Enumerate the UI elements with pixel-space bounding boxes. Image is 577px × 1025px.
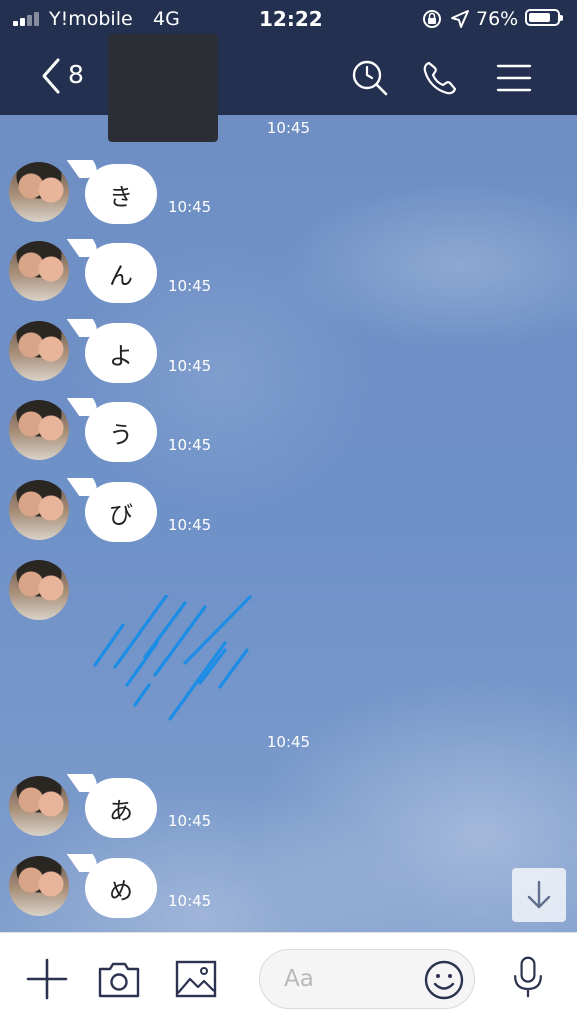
battery-percent: 76% [476,8,519,30]
status-time: 12:22 [259,7,323,31]
orientation-lock-icon [423,10,441,28]
back-chevron-icon[interactable] [38,56,68,96]
microphone-icon[interactable] [506,955,550,999]
carrier-name: Y!mobile [49,8,133,30]
message-time: 10:45 [168,516,212,534]
message-time: 10:45 [168,436,212,454]
message-time: 10:45 [168,198,212,216]
message-time: 10:45 [168,357,212,375]
avatar[interactable] [9,241,69,301]
network-type: 4G [153,8,180,30]
avatar[interactable] [9,856,69,916]
message-time: 10:45 [266,733,311,751]
message-time: 10:45 [266,119,311,137]
arrow-down-icon [527,880,551,909]
avatar[interactable] [9,560,69,620]
plus-icon[interactable] [25,957,69,1001]
message-row: め 10:45 [0,856,577,922]
menu-icon[interactable] [494,58,534,98]
camera-icon[interactable] [97,957,141,1001]
message-time: 10:45 [168,892,212,910]
redacted-chat-name [108,34,218,142]
unread-count[interactable]: 8 [68,60,84,89]
message-row: ん 10:45 [0,241,577,307]
message-bubble[interactable]: め [85,858,157,918]
message-row: び 10:45 [0,480,577,546]
message-bubble[interactable]: よ [85,323,157,383]
message-bubble[interactable]: ん [85,243,157,303]
chat-area[interactable]: 10:45 き 10:45 ん 10:45 よ 10:45 う 10:45 び … [0,115,577,932]
avatar[interactable] [9,162,69,222]
message-row: あ 10:45 [0,776,577,842]
message-row: き 10:45 [0,162,577,228]
signal-icon [13,10,43,26]
message-bubble[interactable]: び [85,482,157,542]
image-icon[interactable] [174,957,218,1001]
message-bubble[interactable]: き [85,164,157,224]
message-row: よ 10:45 [0,321,577,387]
avatar[interactable] [9,480,69,540]
status-bar: Y!mobile 4G 12:22 76% [0,0,577,38]
scroll-to-bottom-button[interactable] [512,868,566,922]
location-arrow-icon [451,10,469,28]
message-input-bar: Aa [0,932,577,1025]
phone-icon[interactable] [420,58,460,98]
rain-lines-sticker[interactable] [85,595,260,725]
message-row: う 10:45 [0,400,577,466]
message-bubble[interactable]: う [85,402,157,462]
message-bubble[interactable]: あ [85,778,157,838]
message-input[interactable]: Aa [259,949,475,1009]
avatar[interactable] [9,400,69,460]
message-time: 10:45 [168,277,212,295]
battery-icon [525,9,563,26]
avatar[interactable] [9,321,69,381]
top-bar: Y!mobile 4G 12:22 76% 8 [0,0,577,142]
message-time: 10:45 [168,812,212,830]
emoji-icon[interactable] [422,958,466,1002]
history-search-icon[interactable] [350,58,390,98]
avatar[interactable] [9,776,69,836]
message-input-placeholder: Aa [284,966,314,992]
chat-header: 8 [0,34,577,142]
